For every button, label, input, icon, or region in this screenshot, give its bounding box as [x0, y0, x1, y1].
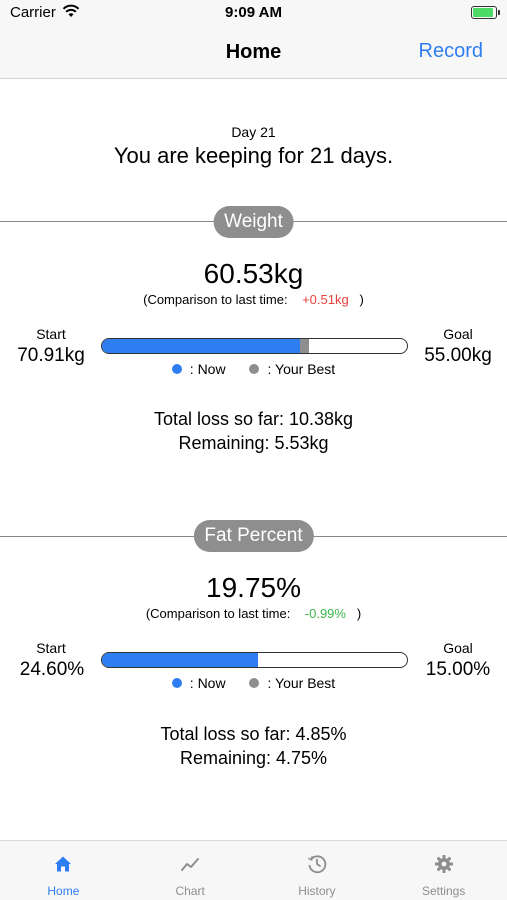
legend-best-label: : Your Best	[267, 361, 336, 377]
history-icon	[307, 855, 327, 874]
weight-progress-bar	[101, 338, 408, 354]
now-legend-dot	[171, 364, 182, 375]
tab-home[interactable]: Home	[0, 841, 127, 900]
fat-remaining: Remaining: 4.75%	[179, 748, 328, 768]
weight-comparison: (Comparison to last time: +0.51kg )	[0, 292, 507, 307]
weight-total-loss: Total loss so far: 10.38kg	[153, 409, 354, 429]
legend-now-label: : Now	[189, 675, 226, 691]
fat-progress-bar	[101, 652, 408, 668]
fat-total-loss: Total loss so far: 4.85%	[160, 724, 347, 744]
fat-section-title: Fat Percent	[193, 520, 314, 552]
now-legend-dot	[171, 678, 182, 689]
settings-icon	[434, 855, 453, 873]
weight-now-fill	[102, 339, 301, 353]
weight-summary: Total loss so far: 10.38kg Remaining: 5.…	[0, 407, 507, 455]
fat-delta: -0.99%	[304, 606, 346, 621]
chart-icon	[181, 858, 200, 871]
legend-best-label: : Your Best	[267, 675, 336, 691]
record-button[interactable]: Record	[419, 40, 483, 63]
weight-delta: +0.51kg	[302, 292, 349, 307]
tab-settings-label: Settings	[421, 884, 466, 898]
tab-history-label: History	[298, 884, 336, 898]
keeping-message: You are keeping for 21 days.	[113, 143, 394, 168]
fat-goal-label: Goal	[443, 640, 473, 656]
weight-goal-label: Goal	[443, 326, 473, 342]
weight-remaining: Remaining: 5.53kg	[178, 433, 329, 453]
status-bar: Carrier 9:09 AM	[0, 0, 507, 26]
fat-comparison: (Comparison to last time: -0.99% )	[0, 606, 507, 621]
weight-start-label: Start	[36, 326, 66, 342]
comparison-suffix: )	[359, 292, 364, 307]
fat-start-label: Start	[36, 640, 66, 656]
current-weight: 60.53kg	[203, 258, 304, 289]
home-icon	[55, 856, 72, 872]
tab-bar: Home Chart History Settings	[0, 840, 507, 900]
navigation-bar: Home Record	[0, 26, 507, 79]
battery-icon	[471, 6, 500, 19]
weight-section-title: Weight	[213, 206, 294, 238]
tab-settings[interactable]: Settings	[380, 841, 507, 900]
best-legend-dot	[249, 364, 260, 375]
tab-history[interactable]: History	[254, 841, 381, 900]
comparison-prefix: (Comparison to last time:	[143, 292, 288, 307]
comparison-suffix: )	[356, 606, 362, 621]
tab-chart-label: Chart	[175, 884, 205, 898]
legend-now-label: : Now	[189, 361, 226, 377]
status-time: 9:09 AM	[225, 4, 282, 21]
weight-legend: : Now : Your Best	[0, 361, 507, 377]
best-legend-dot	[249, 678, 260, 689]
tab-home-label: Home	[47, 884, 80, 898]
current-fat-percent: 19.75%	[206, 572, 301, 603]
fat-summary: Total loss so far: 4.85% Remaining: 4.75…	[0, 722, 507, 770]
fat-legend: : Now : Your Best	[0, 675, 507, 691]
comparison-prefix: (Comparison to last time:	[145, 606, 291, 621]
day-counter: Day 21	[231, 124, 276, 140]
fat-now-fill	[102, 653, 258, 667]
tab-chart[interactable]: Chart	[127, 841, 254, 900]
